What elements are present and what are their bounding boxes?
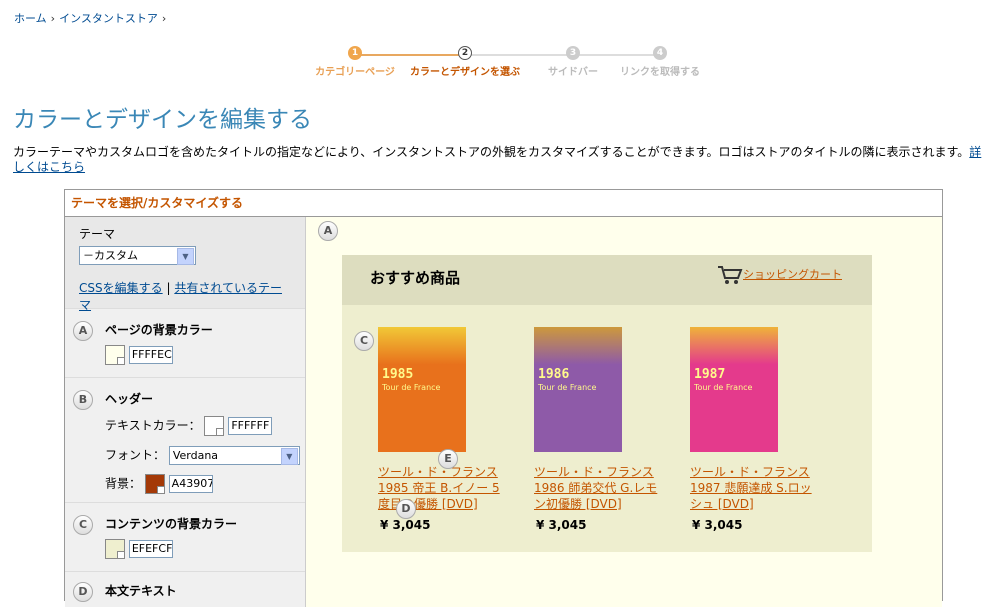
preview-badge-d: D <box>396 499 416 519</box>
content-bg-section: C コンテンツの背景カラー EFEFCF <box>65 503 305 572</box>
breadcrumb-instant-store[interactable]: インスタントストア <box>59 12 158 25</box>
breadcrumb-home[interactable]: ホーム <box>14 12 47 25</box>
preview-content: おすすめ商品 ショッピングカート C 1985 Tour de France ツ… <box>342 255 872 552</box>
header-label: ヘッダー <box>105 392 154 406</box>
header-bg-hex-input[interactable]: A43907 <box>168 475 213 493</box>
edit-css-link[interactable]: CSSを編集する <box>79 281 163 295</box>
theme-panel: テーマを選択/カスタマイズする テーマ －カスタム ▼ CSSを編集する | 共有… <box>64 189 943 607</box>
page-bg-hex-input[interactable]: FFFFEC <box>128 346 173 364</box>
theme-label: テーマ <box>79 227 116 241</box>
font-select[interactable]: Verdana ▼ <box>168 446 300 465</box>
cart-icon <box>718 266 743 284</box>
product-cover-image[interactable]: 1985 Tour de France <box>378 327 466 452</box>
header-text-hex-input[interactable]: FFFFFF <box>228 417 273 435</box>
badge-d: D <box>73 582 93 602</box>
header-section: B ヘッダー テキストカラー： FFFFFF フォント： Verdana ▼ 背景… <box>65 378 305 503</box>
header-bg-color-swatch[interactable] <box>144 474 165 494</box>
badge-c: C <box>73 515 93 535</box>
product-card[interactable]: 1986 Tour de France ツール・ド・フランス 1986 師弟交代… <box>534 327 664 532</box>
chevron-down-icon: ▼ <box>177 248 194 265</box>
product-cover-image[interactable]: 1986 Tour de France <box>534 327 622 452</box>
page-title: カラーとデザインを編集する <box>13 107 312 133</box>
preview-title: おすすめ商品 <box>370 269 461 287</box>
body-text-section: D 本文テキスト <box>65 572 305 602</box>
body-text-label: 本文テキスト <box>105 584 177 598</box>
product-title-link[interactable]: ツール・ド・フランス 1986 師弟交代 G.レモン初優勝 [DVD] <box>534 464 664 512</box>
header-text-color-swatch[interactable] <box>204 416 225 436</box>
theme-section: テーマ －カスタム ▼ CSSを編集する | 共有されているテーマ <box>65 217 305 312</box>
product-card[interactable]: 1985 Tour de France ツール・ド・フランス 1985 帝王 B… <box>378 327 508 532</box>
product-title-link[interactable]: ツール・ド・フランス 1987 悲願達成 S.ロッシュ [DVD] <box>690 464 820 512</box>
preview-badge-a: A <box>318 221 338 241</box>
theme-links: CSSを編集する | 共有されているテーマ <box>79 281 282 312</box>
content-bg-color-swatch[interactable] <box>105 539 125 559</box>
product-price: ¥ 3,045 <box>380 518 431 532</box>
page-bg-label: ページの背景カラー <box>105 323 213 337</box>
product-price: ¥ 3,045 <box>692 518 743 532</box>
step-2: 2 カラーとデザインを選ぶ <box>410 46 520 78</box>
preview-area: A おすすめ商品 ショッピングカート C 1985 Tour de France <box>306 217 942 607</box>
settings-sidebar: テーマ －カスタム ▼ CSSを編集する | 共有されているテーマ A ページの背… <box>65 217 306 607</box>
badge-a: A <box>73 321 93 341</box>
product-price: ¥ 3,045 <box>536 518 587 532</box>
chevron-down-icon: ▼ <box>280 448 298 465</box>
preview-badge-c: C <box>354 331 374 351</box>
page-bg-color-swatch[interactable] <box>105 345 125 365</box>
step-1: 1 カテゴリーページ <box>315 46 395 78</box>
page-bg-section: A ページの背景カラー FFFFEC <box>65 309 305 378</box>
content-bg-label: コンテンツの背景カラー <box>105 517 238 531</box>
preview-header: おすすめ商品 ショッピングカート <box>342 255 872 305</box>
font-label: フォント： <box>105 448 166 462</box>
preview-badge-e: E <box>438 449 458 469</box>
product-cover-image[interactable]: 1987 Tour de France <box>690 327 778 452</box>
step-4: 4 リンクを取得する <box>620 46 700 78</box>
breadcrumb: ホーム › インスタントストア › <box>14 12 167 25</box>
badge-b: B <box>73 390 93 410</box>
panel-header: テーマを選択/カスタマイズする <box>65 190 942 217</box>
shopping-cart-link[interactable]: ショッピングカート <box>717 265 842 285</box>
header-bg-label: 背景： <box>105 476 142 491</box>
wizard-steps: 1 カテゴリーページ 2 カラーとデザインを選ぶ 3 サイドバー 4 リンクを取… <box>300 46 710 80</box>
theme-select[interactable]: －カスタム ▼ <box>79 246 196 265</box>
text-color-label: テキストカラー： <box>105 418 201 433</box>
content-bg-hex-input[interactable]: EFEFCF <box>128 540 173 558</box>
page-description: カラーテーマやカスタムロゴを含めたタイトルの指定などにより、インスタントストアの… <box>13 145 982 174</box>
product-card[interactable]: 1987 Tour de France ツール・ド・フランス 1987 悲願達成… <box>690 327 820 532</box>
